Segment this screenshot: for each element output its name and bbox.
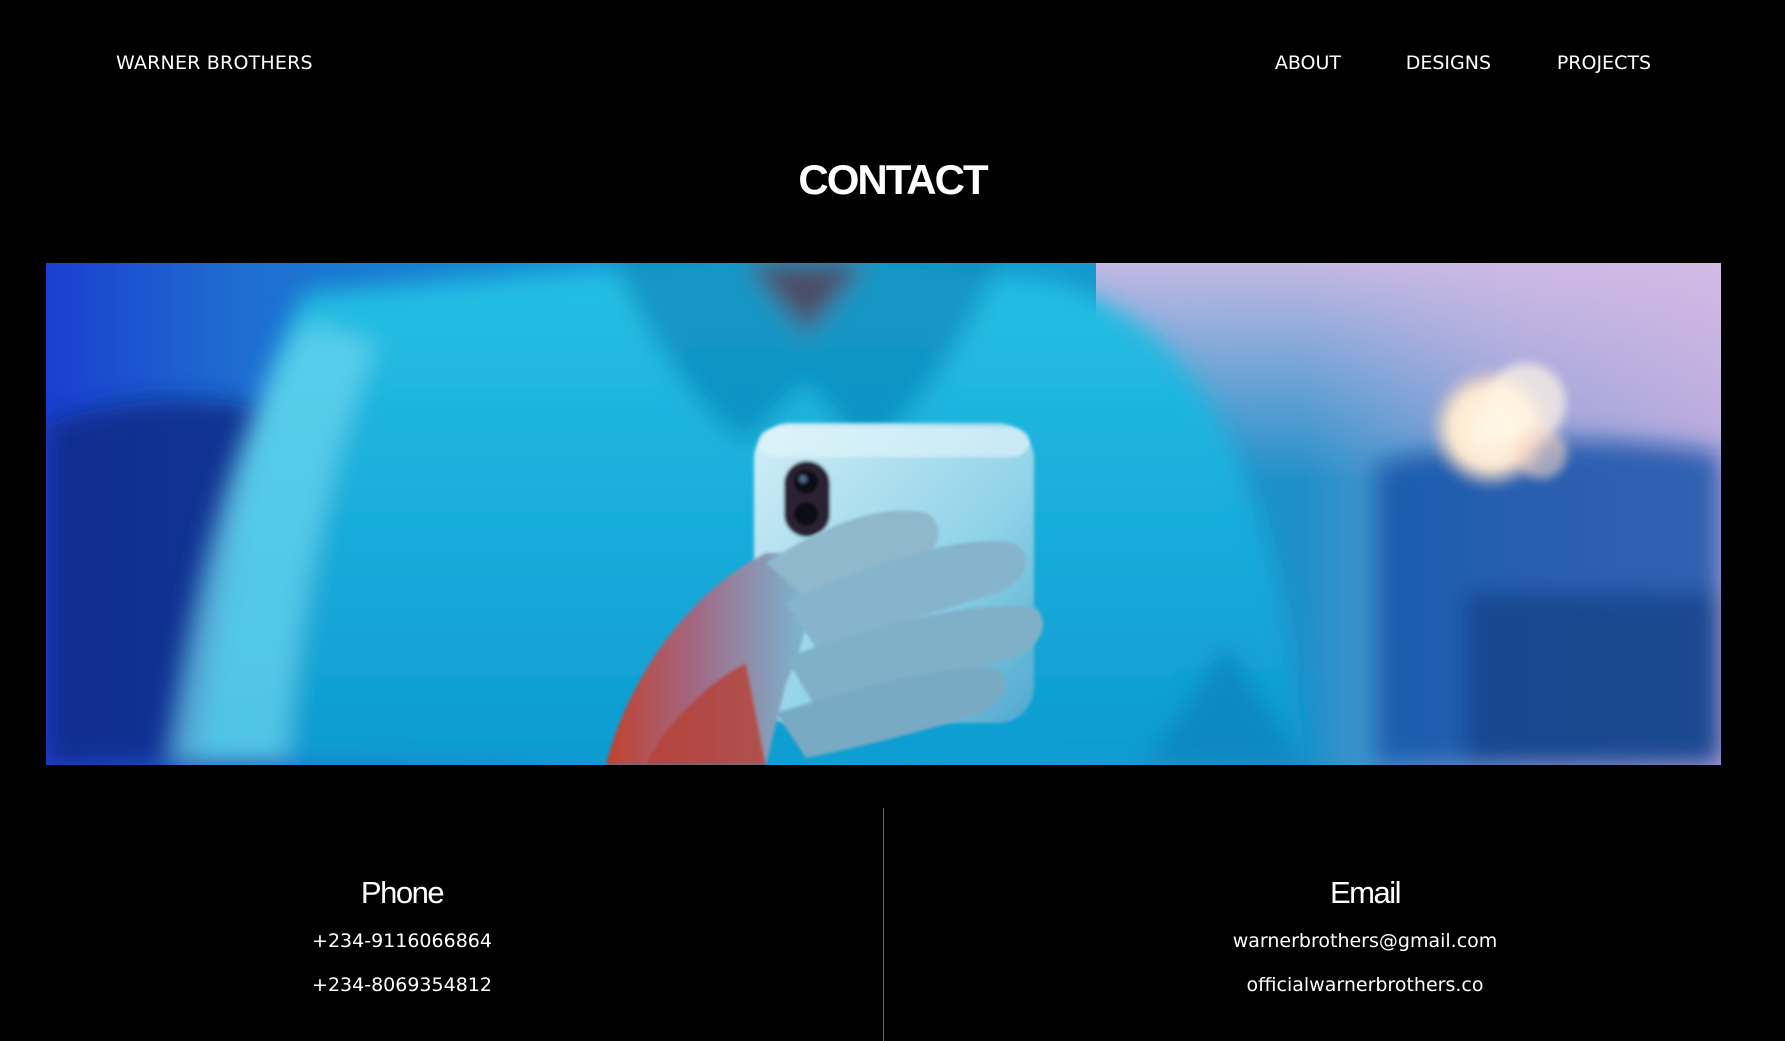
email-address[interactable]: warnerbrothers@gmail.com (1165, 928, 1565, 954)
nav-link-designs[interactable]: DESIGNS (1406, 50, 1491, 76)
email-section: Email warnerbrothers@gmail.com officialw… (1165, 872, 1565, 1016)
page-title: CONTACT (798, 156, 988, 203)
column-divider (883, 808, 884, 1041)
phone-section: Phone +234-9116066864 +234-8069354812 (200, 872, 604, 1016)
hero-image (46, 263, 1721, 765)
nav-link-projects[interactable]: PROJECTS (1557, 50, 1651, 76)
phone-number[interactable]: +234-8069354812 (200, 972, 604, 998)
email-heading: Email (1329, 875, 1402, 910)
email-address[interactable]: officialwarnerbrothers.co (1165, 972, 1565, 998)
brand-logo-link[interactable]: WARNER BROTHERS (116, 50, 313, 76)
phone-heading: Phone (360, 875, 445, 910)
nav-link-about[interactable]: ABOUT (1275, 50, 1341, 76)
phone-number[interactable]: +234-9116066864 (200, 928, 604, 954)
